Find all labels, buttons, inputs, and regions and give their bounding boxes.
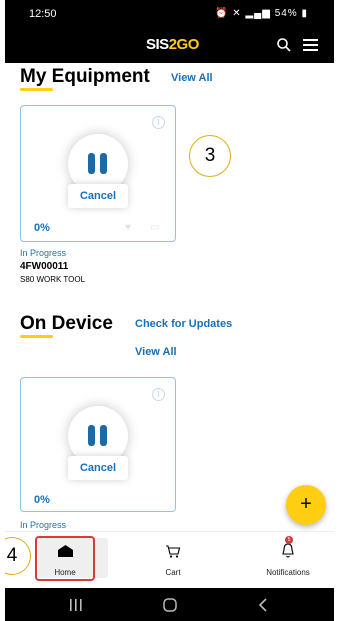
- home-system-icon[interactable]: [163, 598, 177, 612]
- equipment-model: S80 WORK TOOL: [20, 275, 86, 284]
- signal-icon: ▂▄▆: [245, 8, 271, 19]
- equipment-view-all-link[interactable]: View All: [171, 72, 213, 84]
- cancel-button[interactable]: Cancel: [68, 184, 128, 208]
- search-icon[interactable]: [276, 37, 292, 53]
- info-icon[interactable]: i: [152, 116, 165, 129]
- status-bar: 12:50 ⏰ ✕ ▂▄▆ 54% ▮: [5, 0, 334, 27]
- nav-cart[interactable]: Cart: [143, 532, 203, 589]
- battery-icon: ▮: [301, 8, 308, 19]
- app-screen: 12:50 ⏰ ✕ ▂▄▆ 54% ▮ SIS2GO My Equipment …: [5, 0, 334, 621]
- app-header: SIS2GO: [5, 27, 334, 63]
- nav-label-notifications: Notifications: [266, 568, 310, 577]
- check-for-updates-link[interactable]: Check for Updates: [135, 318, 232, 330]
- folder-icon: ▭: [150, 222, 160, 233]
- recent-apps-icon[interactable]: [69, 599, 83, 611]
- brand-logo: SIS2GO: [146, 36, 199, 53]
- progress-percent: 0%: [34, 494, 50, 506]
- bell-icon: [282, 543, 294, 558]
- on-device-view-all-link[interactable]: View All: [135, 346, 177, 358]
- nav-label-home: Home: [54, 568, 76, 577]
- on-device-status: In Progress: [20, 520, 67, 530]
- bottom-navigation: Home Cart 5 Notifications: [5, 531, 334, 588]
- title-underline: [20, 335, 53, 338]
- equipment-card[interactable]: i Cancel 0% ♥ ▭: [20, 105, 176, 242]
- back-icon[interactable]: [258, 598, 268, 612]
- status-time: 12:50: [29, 8, 57, 20]
- hamburger-menu-icon[interactable]: [303, 39, 318, 51]
- nav-home[interactable]: Home: [35, 532, 95, 589]
- cart-icon: [166, 545, 181, 558]
- home-icon: [58, 545, 73, 557]
- mute-icon: ✕: [232, 8, 242, 19]
- status-icons: ⏰ ✕ ▂▄▆ 54% ▮: [215, 8, 308, 19]
- annotation-step-3: 3: [189, 135, 231, 177]
- equipment-serial: 4FW00011: [20, 261, 69, 272]
- on-device-card[interactable]: i Cancel 0%: [20, 377, 176, 512]
- add-fab-button[interactable]: +: [286, 485, 326, 525]
- nav-label-cart: Cart: [165, 568, 181, 577]
- alarm-icon: ⏰: [215, 8, 229, 19]
- equipment-status: In Progress: [20, 248, 67, 258]
- progress-percent: 0%: [34, 222, 50, 234]
- on-device-title: On Device: [20, 313, 113, 334]
- info-icon[interactable]: i: [152, 388, 165, 401]
- nav-notifications[interactable]: 5 Notifications: [255, 532, 321, 589]
- system-navigation-bar: [5, 588, 334, 621]
- heart-icon: ♥: [125, 222, 131, 233]
- cancel-button[interactable]: Cancel: [68, 456, 128, 480]
- my-equipment-title: My Equipment: [20, 66, 150, 87]
- notification-badge: 5: [285, 536, 293, 544]
- title-underline: [20, 88, 53, 91]
- battery-percent: 54%: [274, 8, 298, 19]
